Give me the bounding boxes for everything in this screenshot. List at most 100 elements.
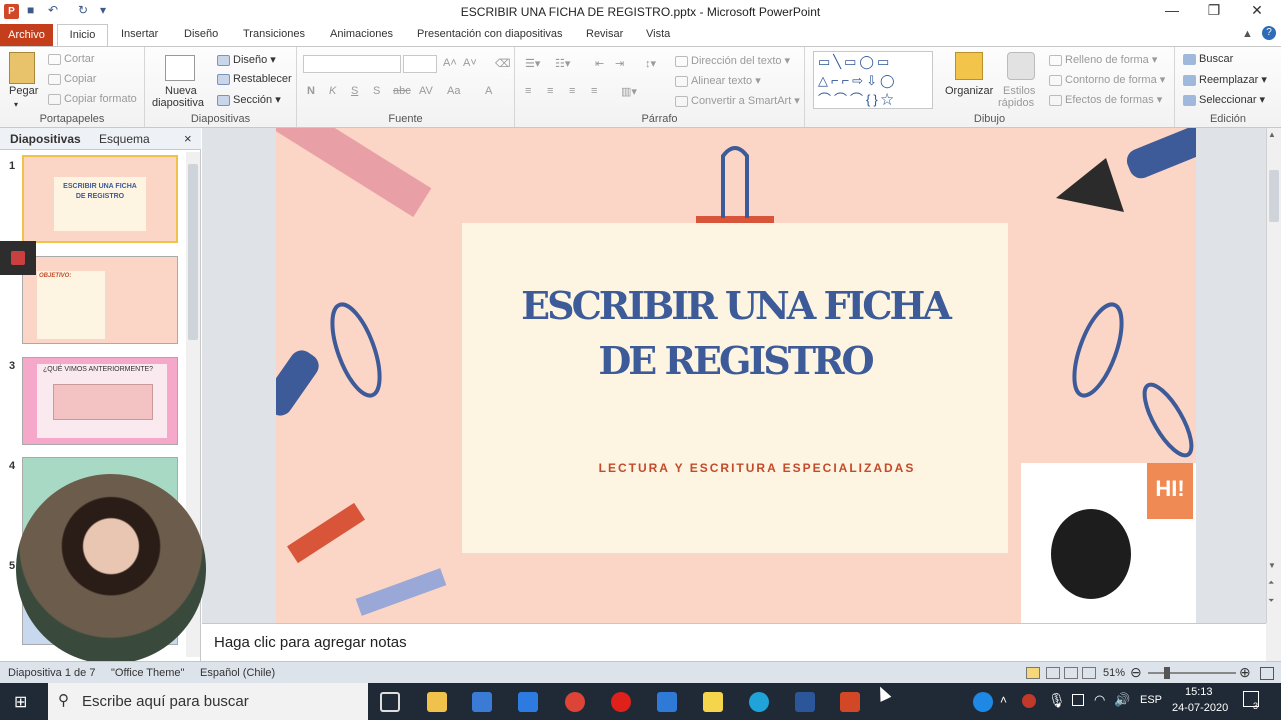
tab-diapositivas[interactable]: Diapositivas	[10, 132, 81, 146]
quick-styles-label[interactable]: rápidos	[998, 97, 1034, 109]
previous-slide-icon[interactable]: ⏶	[1268, 578, 1274, 588]
scroll-up-icon[interactable]: ▲	[1268, 130, 1276, 139]
chrome-icon[interactable]	[565, 692, 585, 712]
slide-thumbnail-3[interactable]: ¿QUÉ VIMOS ANTERIORMENTE?	[22, 357, 178, 445]
tab-animaciones[interactable]: Animaciones	[330, 28, 393, 40]
quick-styles-button[interactable]: Estilos	[1003, 85, 1035, 97]
paste-icon[interactable]	[9, 52, 35, 84]
tab-diseno[interactable]: Diseño	[184, 28, 218, 40]
tasks-icon[interactable]	[703, 692, 723, 712]
paste-button[interactable]: Pegar	[9, 85, 38, 97]
smartart-button[interactable]: Convertir a SmartArt ▾	[675, 94, 800, 107]
justify-icon[interactable]: ≡	[591, 85, 597, 97]
zoom-level[interactable]: 51%	[1103, 667, 1125, 679]
slide-scrollbar[interactable]: ▲ ▼ ⏶ ⏷	[1266, 128, 1281, 623]
close-pane-icon[interactable]: ×	[184, 131, 192, 146]
bullets-icon[interactable]: ☰▾	[525, 57, 540, 70]
next-slide-icon[interactable]: ⏷	[1268, 596, 1274, 606]
new-slide-button[interactable]: Nueva	[165, 85, 197, 97]
shape-outline-button[interactable]: Contorno de forma ▾	[1049, 73, 1165, 86]
maximize-button[interactable]: ❐	[1199, 2, 1229, 19]
file-explorer-icon[interactable]	[427, 692, 447, 712]
clock-date[interactable]: 24-07-2020	[1172, 702, 1228, 714]
normal-view-icon[interactable]	[1026, 667, 1040, 679]
align-center-icon[interactable]: ≡	[547, 85, 553, 97]
new-slide-icon[interactable]	[165, 55, 195, 81]
align-right-icon[interactable]: ≡	[569, 85, 575, 97]
tab-presentacion[interactable]: Presentación con diapositivas	[417, 28, 563, 40]
align-left-icon[interactable]: ≡	[525, 85, 531, 97]
dropbox-icon[interactable]	[518, 692, 538, 712]
tab-transiciones[interactable]: Transiciones	[243, 28, 305, 40]
quick-styles-icon[interactable]	[1007, 52, 1035, 80]
task-view-icon[interactable]	[380, 692, 400, 712]
volume-icon[interactable]: 🔊	[1114, 692, 1130, 708]
wifi-icon[interactable]: ◠	[1094, 692, 1105, 708]
reset-button[interactable]: Restablecer	[217, 73, 292, 85]
char-spacing-button[interactable]: AV	[419, 85, 433, 97]
tab-vista[interactable]: Vista	[646, 28, 670, 40]
section-button[interactable]: Sección ▾	[217, 93, 281, 106]
new-slide-label[interactable]: diapositiva	[152, 97, 204, 109]
shadow-button[interactable]: S	[373, 85, 380, 97]
tab-archivo[interactable]: Archivo	[0, 24, 53, 46]
arrange-button[interactable]: Organizar	[945, 85, 993, 97]
slide-thumbnail-2[interactable]: OBJETIVO:	[22, 256, 178, 344]
word-icon[interactable]	[795, 692, 815, 712]
find-button[interactable]: Buscar	[1183, 53, 1233, 65]
language-status[interactable]: Español (Chile)	[200, 667, 275, 679]
select-button[interactable]: Seleccionar ▾	[1183, 93, 1265, 106]
font-color-icon[interactable]: A	[485, 85, 492, 97]
slide-title-line-1[interactable]: ESCRIBIR UNA FICHA	[462, 283, 1008, 328]
decrease-indent-icon[interactable]: ⇤	[595, 57, 604, 70]
text-direction-button[interactable]: Dirección del texto ▾	[675, 54, 790, 67]
theme-name[interactable]: "Office Theme"	[111, 667, 184, 679]
mail-icon[interactable]	[657, 692, 677, 712]
close-button[interactable]: ✕	[1242, 2, 1272, 19]
numbering-icon[interactable]: ☷▾	[555, 57, 570, 70]
zoom-slider[interactable]	[1148, 667, 1236, 679]
zoom-slider-thumb[interactable]	[1164, 667, 1170, 679]
font-size-dropdown[interactable]	[403, 55, 437, 73]
tab-insertar[interactable]: Insertar	[121, 28, 158, 40]
tab-inicio[interactable]: Inicio	[57, 24, 108, 46]
recording-tray-icon[interactable]	[1022, 694, 1036, 708]
tray-expand-icon[interactable]: ˄	[1000, 693, 1007, 707]
slide-title-line-2[interactable]: DE REGISTRO	[462, 338, 1008, 383]
shape-effects-button[interactable]: Efectos de formas ▾	[1049, 93, 1162, 106]
shrink-font-icon[interactable]: A˅	[463, 57, 477, 69]
help-tray-icon[interactable]	[973, 692, 993, 712]
slideshow-icon[interactable]	[1082, 667, 1096, 679]
battery-icon[interactable]	[1072, 694, 1084, 706]
line-spacing-icon[interactable]: ↕▾	[645, 57, 656, 70]
clear-format-icon[interactable]: ⌫	[495, 57, 511, 70]
grow-font-icon[interactable]: A˄	[443, 57, 457, 69]
shape-fill-button[interactable]: Relleno de forma ▾	[1049, 53, 1157, 66]
copy-button[interactable]: Copiar	[48, 73, 96, 85]
underline-button[interactable]: S	[351, 85, 358, 97]
store-icon[interactable]	[472, 692, 492, 712]
notes-pane[interactable]: Haga clic para agregar notas	[202, 623, 1266, 661]
notes-placeholder[interactable]: Haga clic para agregar notas	[214, 634, 407, 651]
minimize-button[interactable]: —	[1157, 2, 1187, 18]
slide-thumbnail-1[interactable]: ESCRIBIR UNA FICHA DE REGISTRO	[22, 155, 178, 243]
italic-button[interactable]: K	[329, 85, 336, 97]
collapse-ribbon-icon[interactable]: ▲	[1242, 28, 1253, 40]
columns-icon[interactable]: ▥▾	[621, 85, 637, 98]
replace-button[interactable]: Reemplazar ▾	[1183, 73, 1267, 86]
font-name-dropdown[interactable]	[303, 55, 401, 73]
opera-icon[interactable]	[611, 692, 631, 712]
bold-button[interactable]: N	[307, 85, 315, 97]
slide-subtitle[interactable]: LECTURA Y ESCRITURA ESPECIALIZADAS	[462, 461, 1008, 475]
slide-scroll-thumb[interactable]	[1269, 170, 1279, 222]
slide-sorter-icon[interactable]	[1046, 667, 1060, 679]
scroll-down-icon[interactable]: ▼	[1268, 561, 1276, 570]
pane-scroll-thumb[interactable]	[188, 164, 198, 340]
zoom-out-icon[interactable]: ⊖	[1130, 664, 1142, 681]
change-case-button[interactable]: Aa	[447, 85, 460, 97]
microphone-icon[interactable]: 🎙	[1048, 692, 1066, 709]
taskbar-search[interactable]: ⚲ Escribe aquí para buscar	[48, 683, 368, 720]
input-language[interactable]: ESP	[1140, 694, 1162, 706]
arrange-icon[interactable]	[955, 52, 983, 80]
powerpoint-taskbar-icon[interactable]	[840, 692, 860, 712]
